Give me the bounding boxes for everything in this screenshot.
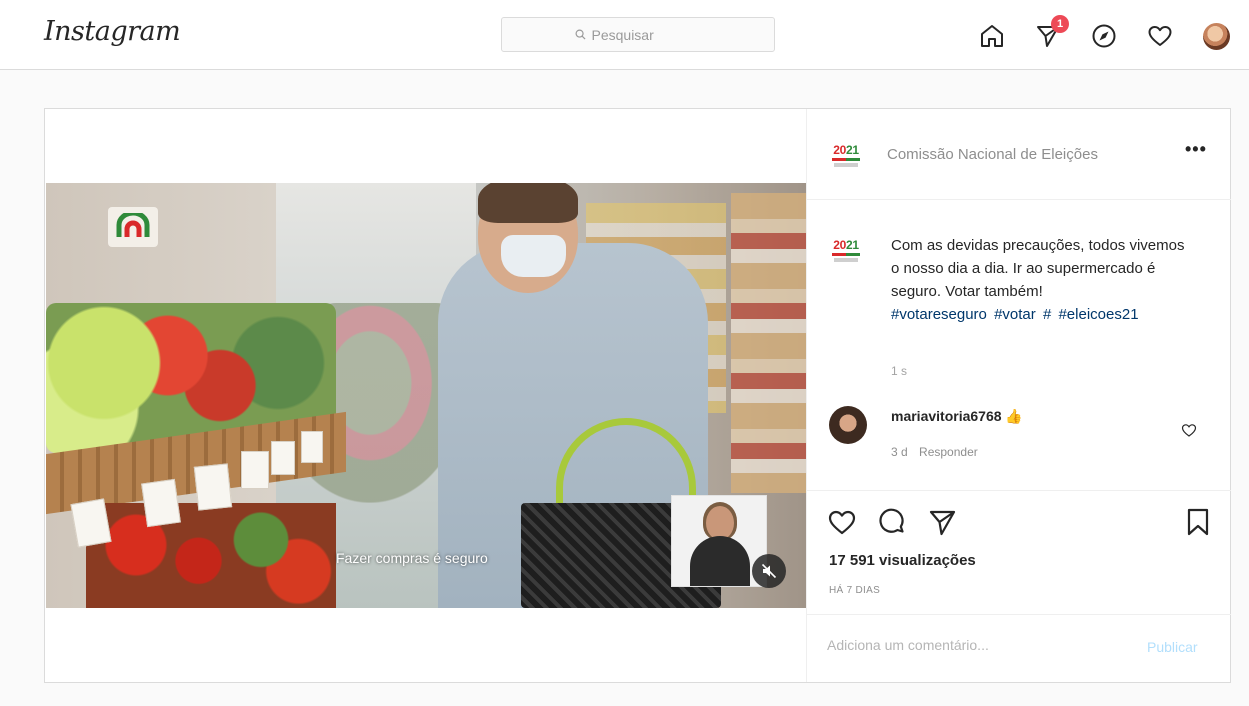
price-tag (241, 451, 269, 489)
cne-logo-sub (834, 257, 858, 262)
instagram-logo[interactable]: Instagram (44, 16, 181, 47)
video-produce-bottom (86, 503, 336, 608)
add-comment-bar: Publicar (807, 614, 1231, 682)
post-date: HÁ 7 DIAS (829, 585, 881, 596)
mute-button[interactable] (752, 554, 786, 588)
cne-logo-sub (834, 162, 858, 167)
hashtag-link[interactable]: #votar (994, 306, 1036, 323)
share-paper-plane-icon[interactable] (927, 507, 957, 537)
post-media: Fazer compras é seguro (45, 109, 806, 682)
heart-icon (1148, 26, 1172, 46)
comment: mariavitoria6768 👍 (891, 408, 1023, 425)
hashtag-list: #votareseguro #votar # #eleicoes21 (891, 306, 1142, 323)
cne-logo-mark: 2021 (833, 142, 859, 157)
account-avatar[interactable]: 2021 (830, 139, 862, 171)
home-icon (981, 25, 1003, 47)
cne-logo-bar (832, 157, 860, 161)
comment-like-heart-icon[interactable] (1181, 422, 1197, 438)
comment-meta: 3 d Responder (891, 445, 986, 459)
activity-button[interactable] (1146, 22, 1174, 50)
profile-avatar (1202, 22, 1230, 50)
thumbs-up-emoji: 👍 (1005, 408, 1023, 424)
video-shopper-mask (501, 235, 566, 277)
store-logo-sign (108, 207, 158, 247)
hashtag-link[interactable]: # (1043, 306, 1051, 323)
hashtag-link[interactable]: #eleicoes21 (1058, 306, 1138, 323)
explore-icon (1092, 24, 1116, 48)
search-icon (575, 29, 586, 40)
comment-timestamp: 3 d (891, 445, 908, 459)
video-shopper-hair (478, 183, 578, 223)
caption-author-avatar[interactable]: 2021 (830, 234, 862, 266)
profile-button[interactable] (1202, 22, 1230, 50)
comment-username[interactable]: mariavitoria6768 (891, 408, 1002, 424)
search-box[interactable] (501, 17, 775, 52)
comment-bubble-icon[interactable] (877, 507, 907, 537)
post-video[interactable]: Fazer compras é seguro (46, 183, 806, 608)
store-logo-icon (116, 213, 150, 237)
commenter-avatar[interactable] (829, 406, 867, 444)
price-tag (271, 441, 295, 475)
top-navigation-bar: Instagram 1 (0, 0, 1249, 70)
muted-speaker-icon (761, 563, 777, 579)
price-tag (141, 478, 181, 528)
like-heart-icon[interactable] (827, 507, 857, 537)
price-tag (70, 498, 112, 548)
direct-messages-button[interactable]: 1 (1034, 15, 1069, 50)
post-card: Fazer compras é seguro 2021 Comissão Nac… (44, 108, 1231, 683)
publish-button[interactable]: Publicar (1147, 639, 1198, 655)
explore-button[interactable] (1090, 22, 1118, 50)
price-tag (301, 431, 323, 463)
view-count[interactable]: 17 591 visualizações (829, 552, 976, 569)
hashtag-link[interactable]: #votareseguro (891, 306, 987, 323)
search-input[interactable] (591, 26, 702, 43)
reply-button[interactable]: Responder (919, 445, 978, 459)
interpreter-body (690, 536, 750, 586)
caption-text: Com as devidas precauções, todos vivemos… (891, 237, 1185, 300)
post-actions: 17 591 visualizações HÁ 7 DIAS (807, 490, 1231, 614)
video-background-shelf-right (731, 193, 806, 493)
post-caption: Com as devidas precauções, todos vivemos… (891, 234, 1191, 326)
post-side-panel: 2021 Comissão Nacional de Eleições ••• 2… (806, 109, 1231, 682)
more-options-button[interactable]: ••• (1185, 139, 1207, 160)
post-header: 2021 Comissão Nacional de Eleições ••• (807, 109, 1231, 200)
cne-logo-mark: 2021 (833, 237, 859, 252)
account-name-link[interactable]: Comissão Nacional de Eleições (887, 146, 1098, 163)
comments-section: 2021 Com as devidas precauções, todos vi… (807, 200, 1231, 490)
caption-timestamp: 1 s (891, 364, 908, 378)
notification-badge: 1 (1051, 15, 1069, 33)
video-subtitle: Fazer compras é seguro (336, 550, 488, 566)
home-button[interactable] (978, 22, 1006, 50)
price-tag (193, 463, 233, 511)
cne-logo-bar (832, 252, 860, 256)
bookmark-icon[interactable] (1183, 507, 1213, 537)
interpreter-head (706, 506, 734, 540)
comment-input[interactable] (827, 637, 1127, 653)
